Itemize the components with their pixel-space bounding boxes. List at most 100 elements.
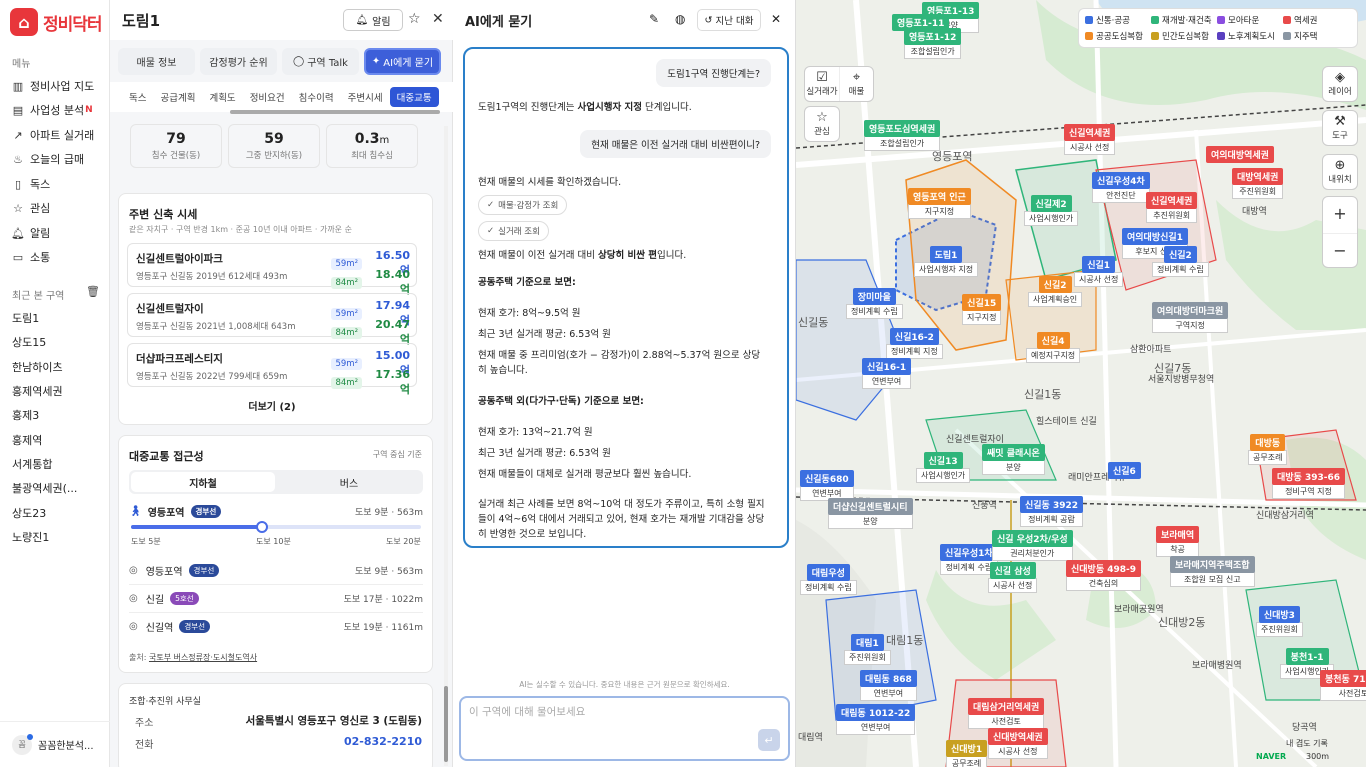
tabs-scrollbar[interactable] [230, 110, 440, 114]
zone-marker[interactable]: 여의대방역세권 [1206, 146, 1274, 163]
zone-marker[interactable]: 대림동 1012-22 연변부여 [836, 704, 916, 735]
legend-item[interactable]: 공공도심복합 [1085, 29, 1151, 43]
recent-item[interactable]: 불광역세권(... [12, 480, 77, 496]
zone-marker[interactable]: 신길15 지구지정 [962, 294, 1002, 325]
legend-item[interactable]: 민간도심복합 [1151, 29, 1217, 43]
zone-marker[interactable]: 신길동 3922 정비계획 공람 [1020, 496, 1084, 527]
logo[interactable]: ⌂ 정비닥터 [10, 8, 103, 36]
zone-marker[interactable]: 신길 삼성 시공사 선정 [988, 562, 1038, 593]
zone-marker[interactable]: 봉천동 711-4사전검토 [1320, 670, 1366, 701]
recent-item[interactable]: 상도23 [12, 505, 46, 521]
recent-item[interactable]: 상도15 [12, 334, 46, 350]
nav-item-favorites[interactable]: ☆ 관심 [12, 200, 50, 216]
subtab-plan[interactable]: 계획도 [202, 87, 242, 107]
tab-zone-talk[interactable]: ◯ 구역 Talk [282, 48, 359, 75]
zone-marker[interactable]: 영등포1-12 조합설립인가 [904, 28, 962, 59]
star-icon[interactable]: ☆ [408, 11, 421, 27]
zone-marker[interactable]: 장미마을 정비계획 수립 [846, 288, 903, 319]
zone-marker[interactable]: 신길2 사업계획승인 [1028, 276, 1083, 307]
source-link[interactable]: 국토부 버스정류장·도시철도역사 [149, 653, 257, 662]
zone-marker[interactable]: 신길제2 사업시행인가 [1024, 195, 1079, 226]
legend-item[interactable]: 재개발·재건축 [1151, 13, 1217, 27]
legend-item[interactable]: 신통·공공 [1085, 13, 1151, 27]
zone-marker[interactable]: 신길16-2 정비계획 지정 [886, 328, 943, 359]
apt-row[interactable]: 신길센트럴자이 영등포구 신길동 2021년 1,008세대 643m 59m²… [127, 293, 417, 346]
legend-item[interactable]: 지주택 [1283, 29, 1349, 43]
recent-item[interactable]: 홍제3 [12, 407, 39, 423]
tab-ask-ai[interactable]: ✦ AI에게 묻기 [364, 48, 441, 75]
zone-marker[interactable]: 신대방3 주진위원회 [1256, 606, 1303, 637]
subtab-requirements[interactable]: 정비요건 [243, 87, 292, 107]
past-chats-button[interactable]: ↺ 지난 대화 [697, 9, 761, 31]
zone-marker[interactable]: 대림삼거리역세권 사전검토 [968, 698, 1045, 729]
zone-marker[interactable]: 신길6 [1108, 462, 1141, 479]
recent-item[interactable]: 서계통합 [12, 456, 52, 472]
walk-time-slider[interactable] [131, 521, 421, 533]
seg-subway[interactable]: 지하철 [131, 472, 275, 492]
tools-button[interactable]: ⚒ 도구 [1322, 110, 1358, 146]
recent-item[interactable]: 도림1 [12, 310, 39, 326]
tab-appraisal-rank[interactable]: 감정평가 순위 [200, 48, 277, 75]
zone-marker[interactable]: 신길2 정비계획 수립 [1152, 246, 1209, 277]
chat-input[interactable] [469, 706, 769, 718]
zone-marker[interactable]: 신대방동 498-9 건축심의 [1066, 560, 1142, 591]
zone-marker[interactable]: 대방동 393-66 정비구역 지정 [1272, 468, 1346, 499]
nav-item-docs[interactable]: ▯ 독스 [12, 176, 50, 192]
zone-marker[interactable]: 영등포도심역세권 조합설립인가 [864, 120, 941, 151]
listing-toggle[interactable]: ⌖ 매물 [838, 67, 873, 101]
recent-item[interactable]: 한남하이츠 [12, 359, 63, 375]
layers-button[interactable]: ◈ 레이어 [1322, 66, 1358, 102]
trash-icon[interactable]: 🗑︎ [86, 285, 100, 298]
legend-item[interactable]: 모아타운 [1217, 13, 1283, 27]
zone-marker[interactable]: 영등포역 인근 지구지정 [908, 188, 971, 219]
station-row[interactable]: ◎ 영등포역 경부선 도보 9분 · 563m [129, 560, 423, 580]
zone-marker[interactable]: 신길동680 연변부여 [800, 470, 854, 501]
slider-handle[interactable] [255, 521, 268, 533]
apt-row[interactable]: 신길센트럴아이파크 영등포구 신길동 2019년 612세대 493m 59m²… [127, 243, 417, 296]
zone-marker[interactable]: 신길역세권 추진위원회 [1146, 192, 1198, 223]
station-row[interactable]: ◎ 신길 5호선 도보 17분 · 1022m [129, 588, 423, 608]
zone-marker[interactable]: 신길13 사업시행인가 [916, 452, 971, 483]
trades-toggle[interactable]: ☑ 실거래가 [805, 67, 839, 101]
user-profile[interactable]: 꼼 꼼꼼한분석... [0, 721, 110, 767]
zone-marker[interactable]: 보라매역 착공 [1156, 526, 1200, 557]
zone-marker[interactable]: 신대방역세권 시공사 선정 [988, 728, 1048, 759]
subtab-docs[interactable]: 독스 [122, 87, 153, 107]
seg-bus[interactable]: 버스 [277, 472, 421, 492]
zone-marker[interactable]: 대방역세권 주진위원회 [1232, 168, 1284, 199]
zoom-out-button[interactable]: − [1323, 233, 1357, 269]
nav-item-analysis[interactable]: ▤ 사업성 분석 N [12, 102, 93, 118]
locate-button[interactable]: ⊕ 내위치 [1322, 154, 1358, 190]
recent-item[interactable]: 홍제역 [12, 432, 42, 448]
zone-marker[interactable]: 신대방1 공무조례 [946, 740, 988, 767]
nav-item-urgent[interactable]: ♨ 오늘의 급매 [12, 151, 84, 167]
nav-item-community[interactable]: ▭ 소통 [12, 249, 50, 265]
scrollbar-thumb[interactable] [444, 686, 448, 762]
globe-icon[interactable]: ◍ [675, 12, 685, 26]
phone-link[interactable]: 02-832-2210 [344, 735, 422, 748]
zone-marker[interactable]: 신길 우성2차/우성 권리처분인가 [992, 530, 1073, 561]
apt-row[interactable]: 더샵파크프레스티지 영등포구 신길동 2022년 799세대 659m 59m²… [127, 343, 417, 396]
panel-scrollbar[interactable] [444, 126, 448, 766]
zone-marker[interactable]: 신길16-1 연변부여 [862, 358, 912, 389]
zone-marker[interactable]: 대방동 공무조례 [1248, 434, 1288, 465]
subtab-prices[interactable]: 주변시세 [341, 87, 390, 107]
tool-chip[interactable]: ✓ 매물·감정가 조회 [478, 195, 568, 215]
map-footer[interactable]: 내 겹도 기록 [1286, 738, 1328, 749]
more-button[interactable]: 더보기 (2) [119, 398, 425, 413]
zone-marker[interactable]: 도림1 사업시행자 지정 [914, 246, 979, 277]
zone-marker[interactable]: 보라매지역주택조합 조합원 모집 신고 [1170, 556, 1255, 587]
edit-icon[interactable]: ✎ [649, 12, 659, 26]
zone-marker[interactable]: 대림동 868 연변부여 [860, 670, 917, 701]
legend-item[interactable]: 역세권 [1283, 13, 1349, 27]
alarm-button[interactable]: 🔔︎ 알림 [343, 9, 403, 31]
zoom-in-button[interactable]: + [1323, 197, 1357, 233]
recent-item[interactable]: 홍제역세권 [12, 383, 63, 399]
nav-item-trades[interactable]: ↗ 아파트 실거래 [12, 127, 94, 143]
station-row[interactable]: ◎ 신길역 경부선 도보 19분 · 1161m [129, 616, 423, 636]
nav-item-map[interactable]: ▥ 정비사업 지도 [12, 78, 94, 94]
favorites-toggle[interactable]: ☆ 관심 [804, 106, 840, 142]
legend-item[interactable]: 노후계획도시 [1217, 29, 1283, 43]
zone-marker[interactable]: 신길역세권 시공사 선정 [1064, 124, 1116, 155]
send-button[interactable]: ↵ [758, 729, 780, 751]
